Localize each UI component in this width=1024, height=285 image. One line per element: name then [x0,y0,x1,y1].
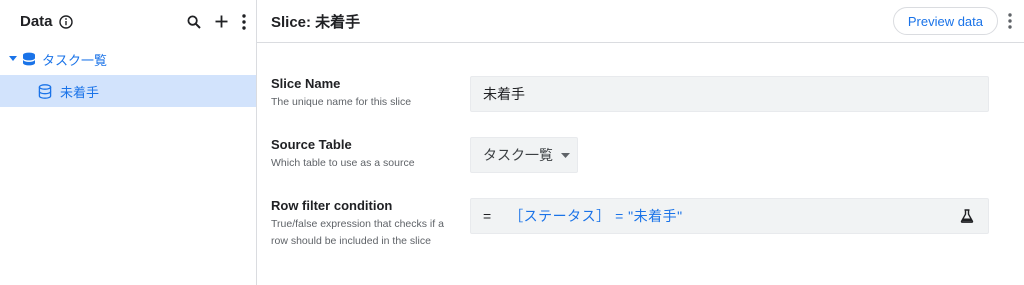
slice-name-row: Slice Name The unique name for this slic… [271,76,990,116]
source-table-select[interactable]: タスク一覧 [470,137,578,173]
source-table-description: Which table to use as a source [271,157,415,169]
row-filter-expression-input[interactable]: = ［ステータス］ = "未着手" [470,198,989,234]
info-icon[interactable] [58,14,73,29]
plus-icon[interactable] [215,15,228,28]
search-icon[interactable] [187,15,201,29]
sidebar-title: Data [20,13,53,30]
row-filter-label-group: Row filter condition True/false expressi… [271,198,456,250]
database-icon [38,83,52,99]
slice-name-description: The unique name for this slice [271,96,412,108]
more-vert-icon[interactable] [242,13,246,30]
expression-text: ［ステータス］ = "未着手" [509,208,683,224]
expression-prefix: = [483,208,492,224]
row-filter-description: True/false expression that checks if a r… [271,218,444,247]
row-filter-label: Row filter condition [271,198,393,213]
sidebar: Data タスク一覧 未着手 [0,0,257,285]
slice-name-value: 未着手 [483,86,525,102]
slice-name-label: Slice Name [271,76,341,91]
main-panel: Slice: 未着手 Preview data Slice Name The u… [257,0,1024,285]
flask-icon[interactable] [960,209,974,223]
main-header: Slice: 未着手 Preview data [257,0,1024,43]
preview-data-button[interactable]: Preview data [892,7,998,35]
source-table-label: Source Table [271,137,352,152]
row-filter-row: Row filter condition True/false expressi… [271,198,990,268]
sidebar-header: Data [0,0,256,43]
more-vert-icon[interactable] [1008,13,1012,29]
source-table-row: Source Table Which table to use as a sou… [271,137,990,177]
tree-root-label: タスク一覧 [42,52,108,68]
tree-item-slice[interactable]: 未着手 [0,75,256,107]
tree-item-root-table[interactable]: タスク一覧 [0,43,256,75]
sidebar-actions [187,13,246,30]
chevron-down-icon [561,152,570,158]
source-table-label-group: Source Table Which table to use as a sou… [271,137,456,172]
slice-name-label-group: Slice Name The unique name for this slic… [271,76,456,111]
database-icon [22,52,36,67]
page-title: Slice: 未着手 [271,13,361,31]
caret-down-icon[interactable] [8,56,18,62]
slice-name-input[interactable]: 未着手 [470,76,989,112]
source-table-value: タスク一覧 [483,147,553,163]
tree-child-label: 未着手 [60,84,100,100]
